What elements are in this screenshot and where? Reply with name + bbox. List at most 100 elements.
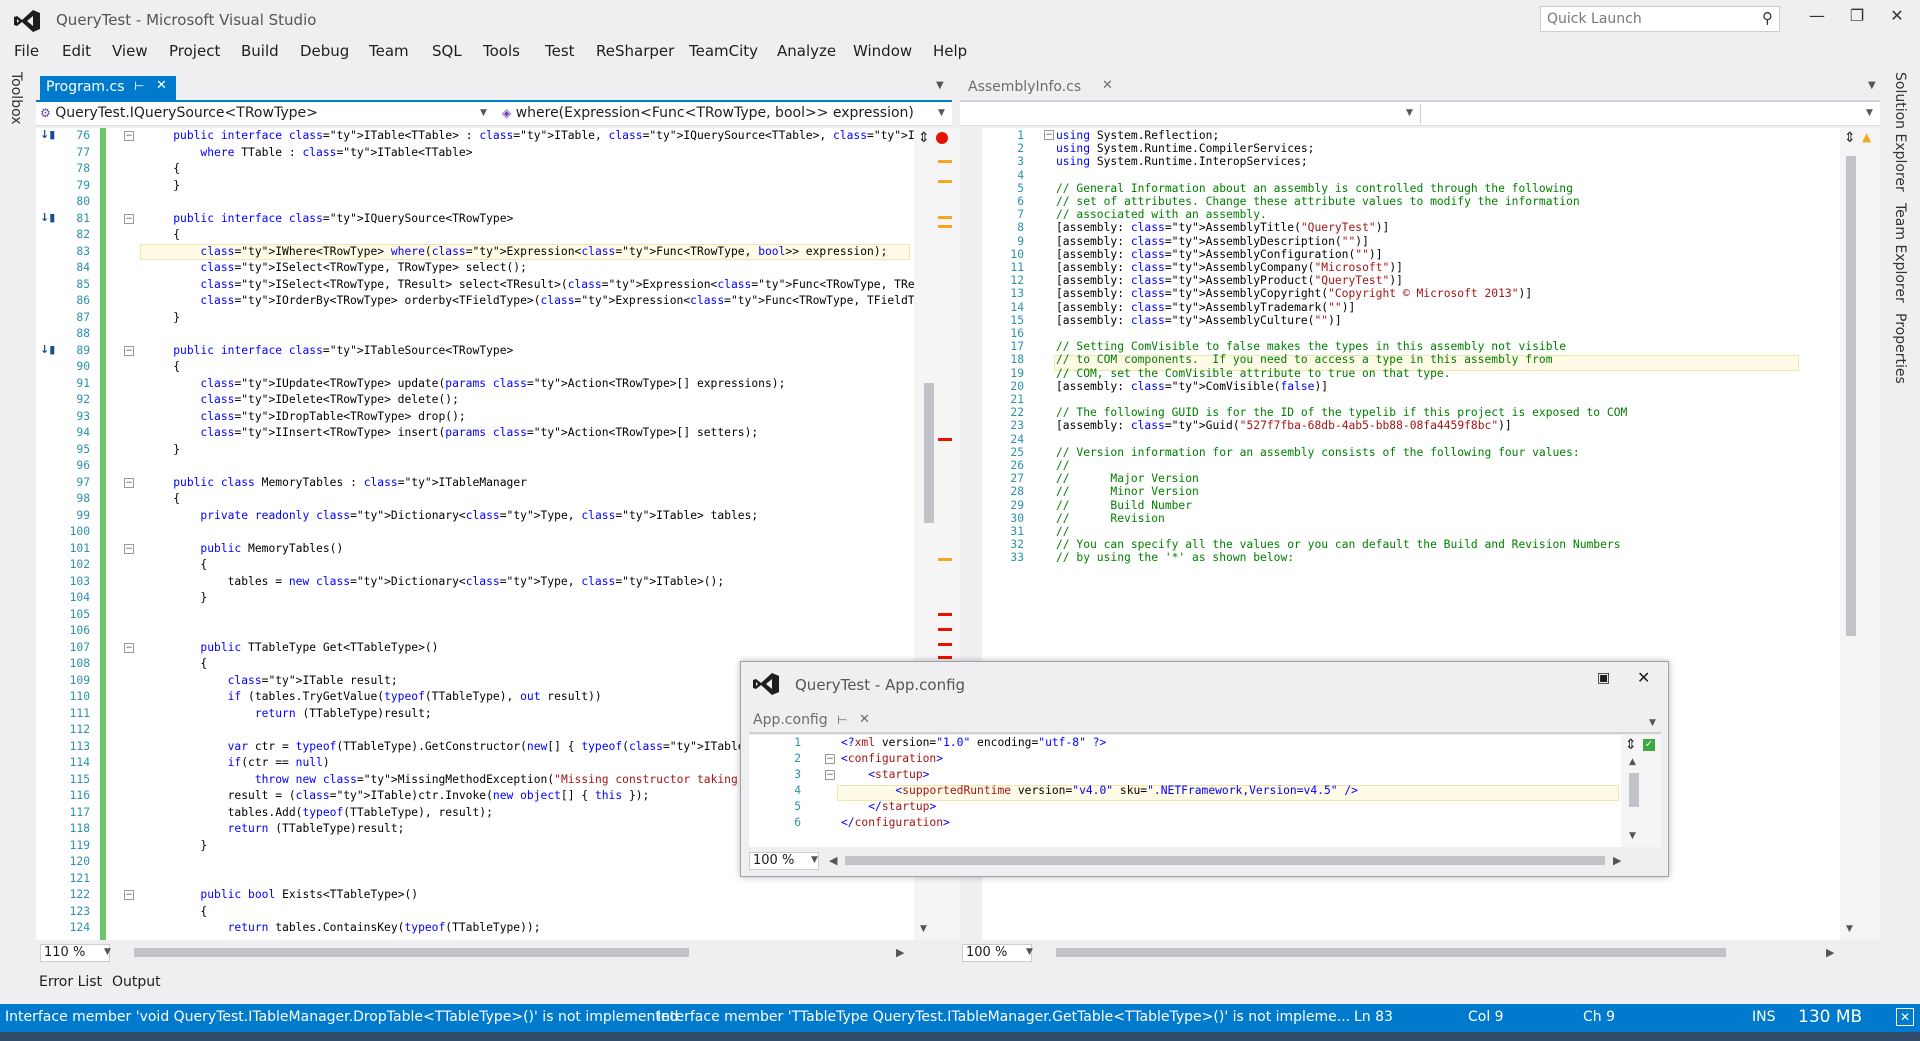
collapse-toggle-icon[interactable]: − — [825, 770, 835, 780]
horizontal-scroll-thumb[interactable] — [1056, 948, 1726, 957]
warning-marker[interactable] — [938, 558, 952, 561]
code-line[interactable]: class="ty">IUpdate<TRowType> update(para… — [146, 376, 785, 393]
code-line[interactable]: [assembly: class="ty">AssemblyCulture(""… — [1056, 313, 1342, 330]
code-line[interactable]: public interface class="ty">ITable<TTabl… — [146, 128, 966, 145]
chevron-down-icon[interactable]: ▼ — [104, 947, 111, 957]
horizontal-scroll-thumb[interactable] — [134, 948, 689, 957]
vertical-scrollbar[interactable]: ⇕ ▲ ▼ — [1840, 128, 1880, 940]
code-line[interactable]: return tables.ContainsKey(typeof(TTableT… — [146, 920, 541, 937]
code-line[interactable]: { — [146, 491, 180, 508]
error-marker[interactable] — [938, 613, 952, 616]
type-dropdown[interactable]: ⚙ QueryTest.IQuerySource<TRowType> — [40, 105, 490, 121]
code-line[interactable]: class="ty">IOrderBy<TRowType> orderby<TF… — [146, 293, 966, 310]
collapse-toggle-icon[interactable]: − — [124, 543, 134, 554]
menu-team[interactable]: Team — [369, 42, 409, 60]
code-line[interactable]: } — [146, 838, 207, 855]
tab-overflow-icon[interactable]: ▼ — [936, 80, 944, 91]
close-button[interactable]: ✕ — [1880, 6, 1914, 30]
code-line[interactable]: tables.Add(typeof(TTableType), result); — [146, 805, 493, 822]
warning-marker[interactable] — [938, 160, 952, 163]
collapse-toggle-icon[interactable]: − — [124, 213, 134, 224]
team-explorer-tab[interactable]: Team Explorer — [1892, 203, 1908, 303]
menu-resharper[interactable]: ReSharper — [596, 42, 674, 60]
split-icon[interactable]: ⇕ — [918, 130, 930, 146]
error-marker[interactable] — [938, 438, 952, 441]
tab-output[interactable]: Output — [112, 974, 161, 990]
code-line[interactable]: </startup> — [841, 799, 936, 816]
menu-analyze[interactable]: Analyze — [777, 42, 836, 60]
chevron-down-icon[interactable]: ▼ — [811, 855, 818, 865]
chevron-down-icon[interactable]: ▼ — [1406, 108, 1413, 118]
implementation-marker-icon[interactable]: ↓▮ — [40, 211, 55, 224]
menu-project[interactable]: Project — [169, 42, 220, 60]
code-line[interactable]: if(ctr == null) — [146, 755, 330, 772]
vertical-scrollbar[interactable]: ⇕ ✓ ▲ ▼ — [1621, 735, 1661, 847]
close-icon[interactable]: ✕ — [1896, 1008, 1914, 1026]
code-line[interactable]: { — [146, 557, 207, 574]
split-icon[interactable]: ⇕ — [1844, 130, 1856, 146]
minimize-button[interactable]: — — [1800, 6, 1834, 30]
code-line[interactable]: } — [146, 178, 180, 195]
scroll-thumb[interactable] — [924, 383, 934, 523]
scroll-right-icon[interactable]: ▶ — [1826, 946, 1834, 959]
code-line[interactable]: class="ty">IDelete<TRowType> delete(); — [146, 392, 458, 409]
scroll-right-icon[interactable]: ▶ — [1613, 854, 1621, 867]
chevron-down-icon[interactable]: ▼ — [1866, 108, 1873, 118]
code-line[interactable]: public MemoryTables() — [146, 541, 343, 558]
menu-teamcity[interactable]: TeamCity — [689, 42, 758, 60]
menu-test[interactable]: Test — [545, 42, 575, 60]
status-message-2[interactable]: Interface member 'TTableType QueryTest.I… — [657, 1009, 1350, 1025]
menu-build[interactable]: Build — [241, 42, 279, 60]
code-line[interactable]: public TTableType Get<TTableType>() — [146, 640, 438, 657]
implementation-marker-icon[interactable]: ↓▮ — [40, 343, 55, 356]
code-line[interactable]: class="ty">ITable result; — [146, 673, 398, 690]
close-button[interactable]: ✕ — [1637, 668, 1650, 687]
menu-tools[interactable]: Tools — [483, 42, 520, 60]
tab-overflow-icon[interactable]: ▼ — [1649, 718, 1656, 728]
pin-icon[interactable]: ⊢ — [134, 79, 144, 93]
code-line[interactable]: public interface class="ty">ITableSource… — [146, 343, 513, 360]
code-line[interactable]: class="ty">IWhere<TRowType> where(class=… — [146, 244, 887, 261]
code-line[interactable]: { — [146, 359, 180, 376]
warning-marker[interactable] — [938, 225, 952, 228]
collapse-toggle-icon[interactable]: − — [124, 477, 134, 488]
code-line[interactable]: tables = new class="ty">Dictionary<class… — [146, 574, 725, 591]
scroll-down-icon[interactable]: ▼ — [920, 924, 927, 934]
close-tab-icon[interactable]: ✕ — [1102, 78, 1113, 93]
code-line[interactable]: class="ty">ISelect<TRowType, TResult> se… — [146, 277, 966, 294]
collapse-toggle-icon[interactable]: − — [124, 345, 134, 356]
scroll-right-icon[interactable]: ▶ — [896, 946, 904, 959]
code-line[interactable]: // Revision — [1056, 511, 1165, 528]
chevron-down-icon[interactable]: ▼ — [938, 108, 945, 118]
code-line[interactable]: public class MemoryTables : class="ty">I… — [146, 475, 527, 492]
zoom-select[interactable]: 100 % — [749, 852, 819, 870]
code-line[interactable]: var ctr = typeof(TTableType).GetConstruc… — [146, 739, 827, 756]
tab-overflow-icon[interactable]: ▼ — [1868, 80, 1876, 91]
menu-file[interactable]: File — [14, 42, 39, 60]
menu-debug[interactable]: Debug — [300, 42, 349, 60]
warning-marker[interactable] — [938, 180, 952, 183]
code-line[interactable]: return (TTableType)result; — [146, 706, 432, 723]
collapse-toggle-icon[interactable]: − — [825, 754, 835, 764]
split-icon[interactable]: ⇕ — [1625, 737, 1637, 753]
code-line[interactable]: class="ty">IInsert<TRowType> insert(para… — [146, 425, 758, 442]
scroll-thumb[interactable] — [1629, 773, 1639, 807]
code-line[interactable]: <configuration> — [841, 751, 943, 768]
code-line[interactable]: } — [146, 310, 180, 327]
code-line[interactable]: // by using the '*' as shown below: — [1056, 550, 1294, 567]
pin-icon[interactable]: ⊢ — [837, 713, 847, 727]
code-line[interactable]: [assembly: class="ty">ComVisible(false)] — [1056, 379, 1328, 396]
code-line[interactable]: result = (class="ty">ITable)ctr.Invoke(n… — [146, 788, 650, 805]
scroll-left-icon[interactable]: ◀ — [829, 854, 837, 867]
scroll-up-icon[interactable]: ▲ — [1629, 757, 1636, 767]
close-tab-icon[interactable]: ✕ — [156, 78, 167, 93]
menu-view[interactable]: View — [112, 42, 148, 60]
scroll-down-icon[interactable]: ▼ — [1629, 831, 1636, 841]
code-line[interactable]: public bool Exists<TTableType>() — [146, 887, 418, 904]
restore-button[interactable]: ❐ — [1840, 6, 1874, 30]
chevron-down-icon[interactable]: ▼ — [1026, 947, 1033, 957]
close-tab-icon[interactable]: ✕ — [859, 712, 870, 727]
tab-app-config[interactable]: App.config ⊢ ✕ — [749, 710, 874, 732]
error-marker[interactable] — [938, 643, 952, 646]
member-dropdown[interactable]: ◈ where(Expression<Func<TRowType, bool>>… — [502, 105, 942, 121]
